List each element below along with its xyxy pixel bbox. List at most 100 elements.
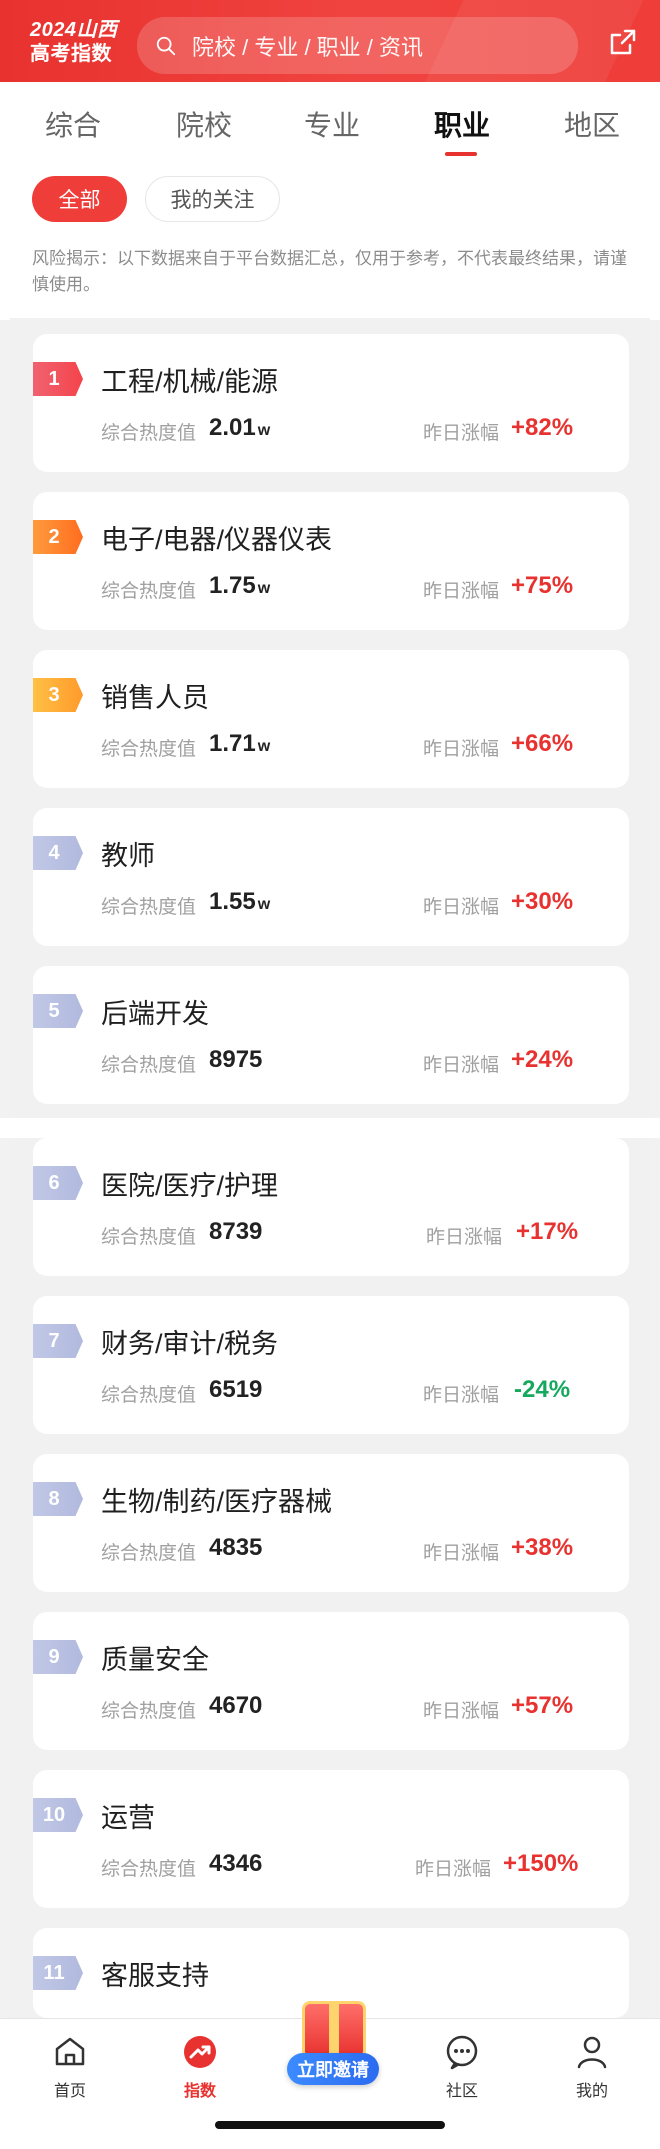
change-label: 昨日涨幅 [423, 1055, 500, 1076]
tab-schools[interactable]: 院校 [176, 104, 232, 144]
occupation-name: 电子/电器/仪器仪表 [101, 525, 333, 555]
change-value: +57% [511, 1692, 574, 1719]
nav-index-label: 指数 [183, 2083, 216, 2100]
change-value: +38% [511, 1534, 574, 1561]
user-icon [573, 2033, 611, 2071]
brand-logo[interactable]: 2024山西 高考指数 [30, 18, 118, 66]
filter-follow-button[interactable]: 我的关注 [145, 176, 280, 222]
heat-label: 综合热度值 [101, 423, 197, 444]
occupation-name: 生物/制药/医疗器械 [101, 1487, 333, 1517]
heat-value: 8975 [209, 1046, 263, 1073]
heat-label: 综合热度值 [101, 581, 197, 602]
top-header: 2024山西 高考指数 院校 / 专业 / 职业 / 资讯 [0, 0, 660, 82]
filter-all-button[interactable]: 全部 [32, 176, 127, 222]
nav-community-label: 社区 [445, 2083, 478, 2100]
brand-line-2: 高考指数 [30, 43, 112, 65]
tab-regions[interactable]: 地区 [564, 104, 620, 144]
rank-badge: 1 [33, 362, 83, 396]
ranking-card[interactable]: 5 后端开发 综合热度值 8975 昨日涨幅 +24% [33, 966, 629, 1104]
occupation-name: 质量安全 [101, 1645, 209, 1675]
heat-value: 4346 [209, 1850, 263, 1877]
ranking-card[interactable]: 7 财务/审计/税务 综合热度值 6519 昨日涨幅 -24% [33, 1296, 629, 1434]
rank-badge: 6 [33, 1166, 83, 1200]
search-icon [155, 35, 177, 57]
heat-label: 综合热度值 [101, 897, 197, 918]
ranking-card[interactable]: 1 工程/机械/能源 综合热度值 2.01 w 昨日涨幅 +82% [33, 334, 629, 472]
change-label: 昨日涨幅 [423, 423, 500, 444]
category-tabs: 综合 院校 专业 职业 地区 [0, 82, 660, 160]
rank-badge: 10 [33, 1798, 83, 1832]
heat-label: 综合热度值 [101, 1385, 197, 1406]
change-value: +150% [503, 1850, 579, 1877]
search-bar[interactable]: 院校 / 专业 / 职业 / 资讯 [137, 17, 578, 74]
invite-button[interactable]: 立即邀请 [287, 2001, 379, 2085]
change-label: 昨日涨幅 [423, 581, 500, 602]
heat-label: 综合热度值 [101, 739, 197, 760]
change-label: 昨日涨幅 [423, 1701, 500, 1722]
risk-notice: 风险揭示：以下数据来自于平台数据汇总，仅用于参考，不代表最终结果，请谨慎使用。 [32, 249, 627, 294]
ranking-card[interactable]: 8 生物/制药/医疗器械 综合热度值 4835 昨日涨幅 +38% [33, 1454, 629, 1592]
change-label: 昨日涨幅 [423, 897, 500, 918]
change-value: +30% [511, 888, 574, 915]
occupation-name: 后端开发 [101, 999, 209, 1029]
heat-value: 1.55 w [209, 888, 271, 915]
heat-label: 综合热度值 [101, 1227, 197, 1248]
ranking-card[interactable]: 3 销售人员 综合热度值 1.71 w 昨日涨幅 +66% [33, 650, 629, 788]
rank-badge: 4 [33, 836, 83, 870]
rank-badge: 3 [33, 678, 83, 712]
active-tab-indicator [445, 152, 477, 156]
change-label: 昨日涨幅 [423, 1543, 500, 1564]
ranking-card[interactable]: 4 教师 综合热度值 1.55 w 昨日涨幅 +30% [33, 808, 629, 946]
heat-label: 综合热度值 [101, 1543, 197, 1564]
rank-badge: 8 [33, 1482, 83, 1516]
home-indicator [215, 2121, 445, 2129]
tab-majors[interactable]: 专业 [304, 104, 360, 144]
ranking-card[interactable]: 10 运营 综合热度值 4346 昨日涨幅 +150% [33, 1770, 629, 1908]
brand-line-1: 2024山西 [30, 19, 118, 41]
change-value: -24% [514, 1376, 571, 1403]
rank-badge: 9 [33, 1640, 83, 1674]
change-value: +66% [511, 730, 574, 757]
occupation-name: 销售人员 [101, 683, 209, 713]
change-value: +24% [511, 1046, 574, 1073]
ranking-card[interactable]: 2 电子/电器/仪器仪表 综合热度值 1.75 w 昨日涨幅 +75% [33, 492, 629, 630]
nav-home[interactable]: 首页 [30, 2033, 110, 2101]
occupation-name: 医院/医疗/护理 [101, 1171, 279, 1201]
nav-mine-label: 我的 [575, 2083, 608, 2100]
change-value: +82% [511, 414, 574, 441]
section-divider [0, 1118, 660, 1138]
trending-up-icon [181, 2033, 219, 2071]
chat-bubble-icon [443, 2033, 481, 2071]
share-icon[interactable] [606, 27, 638, 59]
change-label: 昨日涨幅 [426, 1227, 503, 1248]
occupation-name: 工程/机械/能源 [101, 367, 279, 397]
nav-home-label: 首页 [53, 2083, 86, 2100]
heat-label: 综合热度值 [101, 1701, 197, 1722]
bottom-navigation: 首页 指数 立即邀请 社区 我的 [0, 2001, 660, 2149]
ranking-card[interactable]: 9 质量安全 综合热度值 4670 昨日涨幅 +57% [33, 1612, 629, 1750]
heat-label: 综合热度值 [101, 1859, 197, 1880]
occupation-name: 客服支持 [101, 1961, 209, 1991]
heat-value: 4670 [209, 1692, 263, 1719]
rank-badge: 2 [33, 520, 83, 554]
ranking-card[interactable]: 6 医院/医疗/护理 综合热度值 8739 昨日涨幅 +17% [33, 1138, 629, 1276]
tab-occupations[interactable]: 职业 [434, 104, 490, 144]
heat-value: 8739 [209, 1218, 263, 1245]
change-label: 昨日涨幅 [415, 1859, 492, 1880]
heat-value: 1.75 w [209, 572, 271, 599]
nav-community[interactable]: 社区 [422, 2033, 502, 2101]
nav-index[interactable]: 指数 [160, 2033, 240, 2101]
rank-badge: 11 [33, 1956, 83, 1990]
gift-icon [302, 2001, 366, 2059]
invite-label: 立即邀请 [287, 2053, 379, 2085]
tab-comprehensive[interactable]: 综合 [45, 104, 101, 144]
heat-label: 综合热度值 [101, 1055, 197, 1076]
occupation-name: 财务/审计/税务 [101, 1329, 279, 1359]
heat-value: 4835 [209, 1534, 263, 1561]
change-label: 昨日涨幅 [423, 739, 500, 760]
home-icon [51, 2033, 89, 2071]
change-value: +75% [511, 572, 574, 599]
nav-mine[interactable]: 我的 [552, 2033, 632, 2101]
search-placeholder: 院校 / 专业 / 职业 / 资讯 [192, 34, 424, 60]
heat-value: 2.01 w [209, 414, 271, 441]
